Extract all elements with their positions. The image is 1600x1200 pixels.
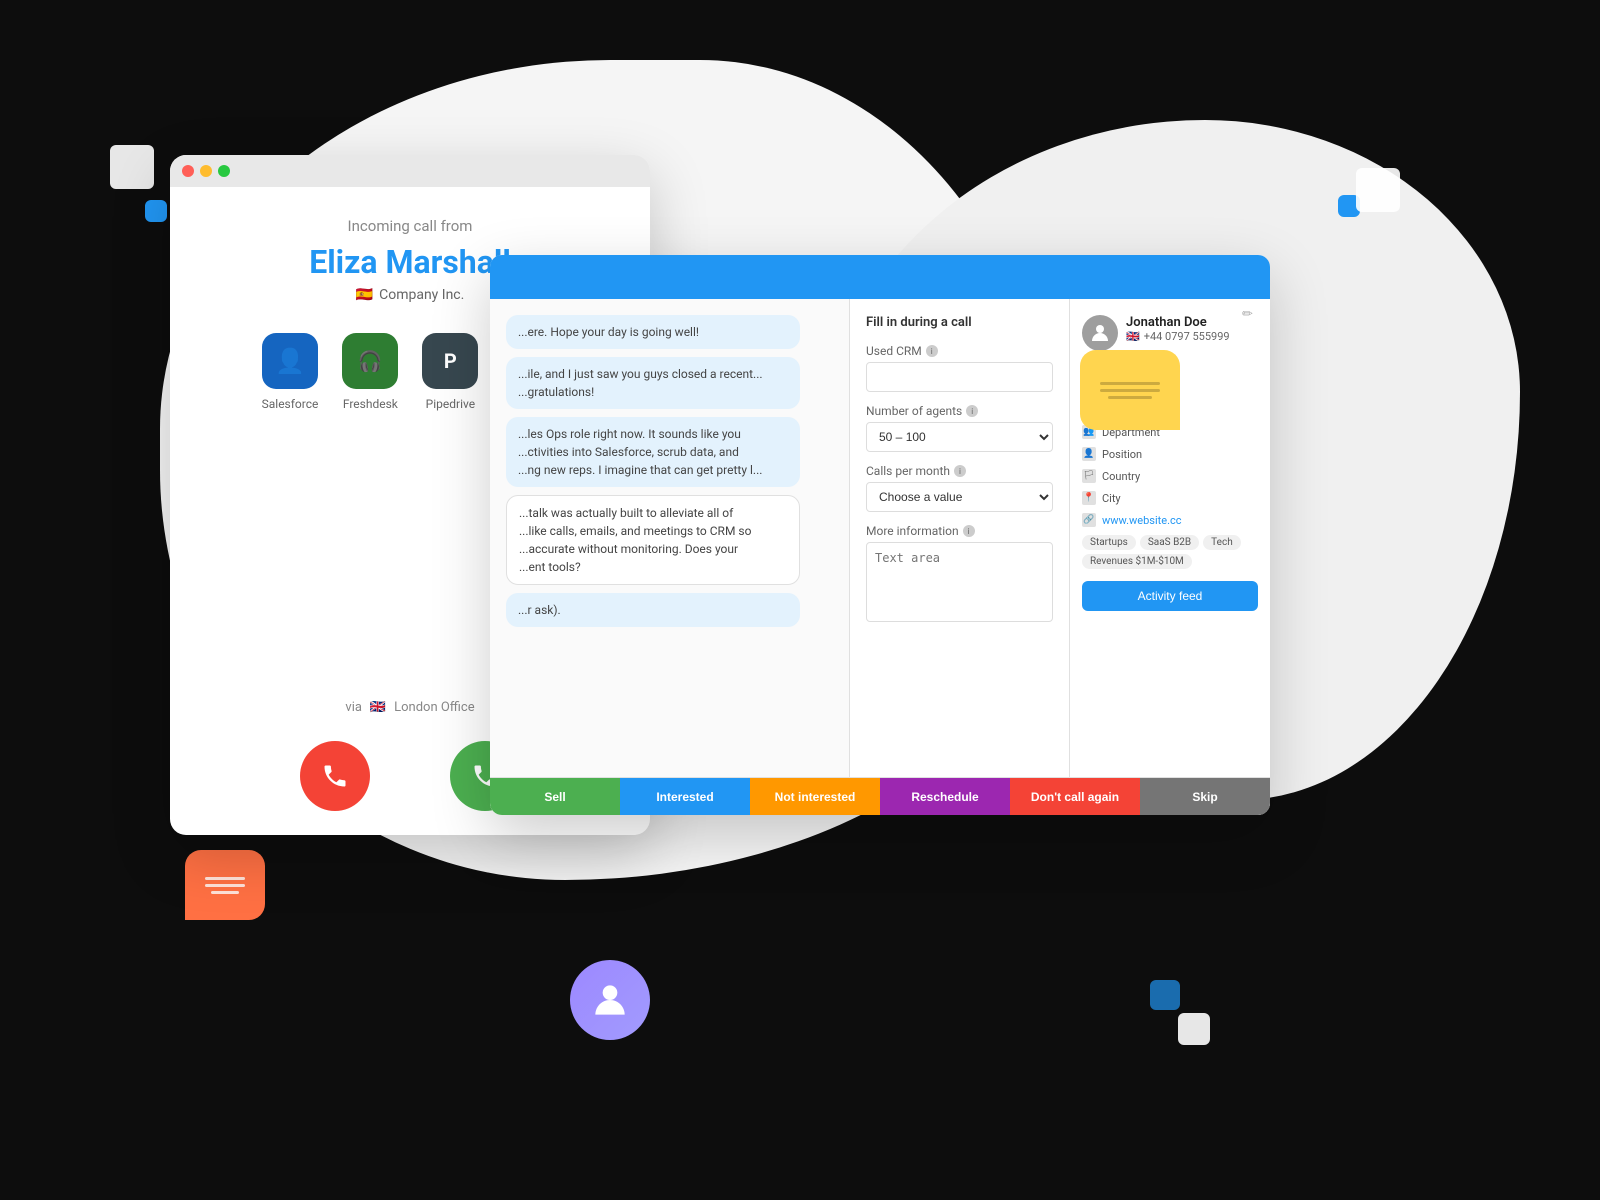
titlebar-dot-yellow	[200, 165, 212, 177]
caller-company: 🇪🇸 Company Inc.	[356, 287, 465, 303]
msg-line-y3	[1108, 396, 1152, 399]
num-agents-label: Number of agents i	[866, 404, 1053, 418]
msg-line-3	[211, 891, 239, 894]
pipedrive-label: Pipedrive	[426, 397, 475, 411]
more-info-info[interactable]: i	[963, 525, 975, 537]
office-label: London Office	[394, 700, 474, 715]
msg-line-1	[205, 877, 245, 880]
titlebar	[170, 155, 650, 187]
salesforce-label: Salesforce	[262, 397, 319, 411]
contact-name: Jonathan Doe	[1126, 315, 1230, 330]
calls-per-month-label: Calls per month i	[866, 464, 1053, 478]
fill-panel-title: Fill in during a call	[866, 315, 1053, 330]
num-agents-info[interactable]: i	[966, 405, 978, 417]
not-interested-button[interactable]: Not interested	[750, 778, 880, 815]
more-info-textarea[interactable]	[866, 542, 1053, 622]
used-crm-info[interactable]: i	[926, 345, 938, 357]
location-icon: 📍	[1082, 491, 1096, 505]
chat-bubble-1: ...ere. Hope your day is going well!	[506, 315, 800, 349]
city-row: 📍 City	[1082, 491, 1258, 505]
deco-square-2	[145, 200, 167, 222]
msg-line-2	[205, 884, 245, 887]
calls-per-month-select[interactable]: Choose a value	[866, 482, 1053, 512]
action-bar: Sell Interested Not interested Reschedul…	[490, 777, 1270, 815]
tag-startups: Startups	[1082, 535, 1136, 550]
deco-square-6	[1178, 1013, 1210, 1045]
tag-tech: Tech	[1203, 535, 1241, 550]
chat-bubble-3: ...les Ops role right now. It sounds lik…	[506, 417, 800, 487]
incoming-label: Incoming call from	[348, 217, 473, 235]
tag-saas: SaaS B2B	[1140, 535, 1199, 550]
position-row: 👤 Position	[1082, 447, 1258, 461]
contact-phone: 🇬🇧 +44 0797 555999	[1126, 330, 1230, 343]
calls-info[interactable]: i	[954, 465, 966, 477]
caller-name: Eliza Marshall	[309, 243, 511, 281]
country-row: 🏳 Country	[1082, 469, 1258, 483]
used-crm-input[interactable]	[866, 362, 1053, 392]
chat-bubble-4: ...talk was actually built to alleviate …	[506, 495, 800, 585]
integration-freshdesk: 🎧 Freshdesk	[342, 333, 398, 411]
activity-feed-button[interactable]: Activity feed	[1082, 581, 1258, 611]
salesforce-icon: 👤	[262, 333, 318, 389]
website-row: 🔗 www.website.cc	[1082, 513, 1258, 527]
crm-window: ...ere. Hope your day is going well! ...…	[490, 255, 1270, 815]
dont-call-again-button[interactable]: Don't call again	[1010, 778, 1140, 815]
decline-button[interactable]	[300, 741, 370, 811]
uk-flag-small: 🇬🇧	[1126, 330, 1140, 343]
sell-button[interactable]: Sell	[490, 778, 620, 815]
chat-bubble-5: ...r ask).	[506, 593, 800, 627]
contact-info-block: Jonathan Doe 🇬🇧 +44 0797 555999	[1126, 315, 1230, 343]
tag-revenues: Revenues $1M-$10M	[1082, 554, 1192, 569]
integration-salesforce: 👤 Salesforce	[262, 333, 319, 411]
person-icon: 👤	[1082, 447, 1096, 461]
flag-info-icon: 🏳	[1082, 469, 1096, 483]
deco-square-5	[1150, 980, 1180, 1010]
deco-square-1	[110, 145, 154, 189]
used-crm-label: Used CRM i	[866, 344, 1053, 358]
msg-line-y1	[1100, 382, 1160, 385]
contact-tags: Startups SaaS B2B Tech Revenues $1M-$10M	[1082, 535, 1258, 569]
skip-button[interactable]: Skip	[1140, 778, 1270, 815]
link-icon: 🔗	[1082, 513, 1096, 527]
scene: Incoming call from Eliza Marshall 🇪🇸 Com…	[0, 0, 1600, 1200]
contact-avatar	[1082, 315, 1118, 351]
freshdesk-label: Freshdesk	[343, 397, 398, 411]
crm-header	[490, 255, 1270, 299]
integration-pipedrive: P Pipedrive	[422, 333, 478, 411]
edit-icon[interactable]: ✏	[1242, 307, 1260, 325]
titlebar-dot-green	[218, 165, 230, 177]
chat-area: ...ere. Hope your day is going well! ...…	[490, 299, 850, 815]
msg-line-y2	[1100, 389, 1160, 392]
pipedrive-icon: P	[422, 333, 478, 389]
deco-square-4	[1356, 168, 1400, 212]
uk-flag-icon: 🇬🇧	[370, 700, 386, 715]
interested-button[interactable]: Interested	[620, 778, 750, 815]
avatar-person	[570, 960, 650, 1040]
message-bubble-orange	[185, 850, 265, 920]
more-info-label: More information i	[866, 524, 1053, 538]
message-bubble-yellow	[1080, 350, 1180, 430]
reschedule-button[interactable]: Reschedule	[880, 778, 1010, 815]
flag-icon: 🇪🇸	[356, 287, 373, 303]
fill-panel: Fill in during a call Used CRM i Number …	[850, 299, 1070, 815]
titlebar-dot-red	[182, 165, 194, 177]
contact-header: Jonathan Doe 🇬🇧 +44 0797 555999	[1082, 315, 1258, 351]
chat-bubble-2: ...ile, and I just saw you guys closed a…	[506, 357, 800, 409]
freshdesk-icon: 🎧	[342, 333, 398, 389]
via-row: via 🇬🇧 London Office	[345, 700, 474, 715]
call-buttons	[300, 741, 520, 811]
num-agents-select[interactable]: 50 – 100	[866, 422, 1053, 452]
